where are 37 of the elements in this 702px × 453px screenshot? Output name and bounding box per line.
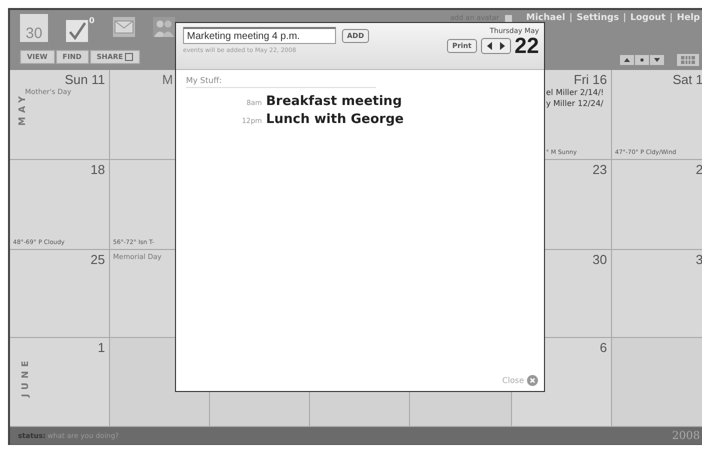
date-label: Fri 16: [574, 72, 607, 87]
date-label: 30: [592, 252, 607, 267]
date-label: 25: [90, 252, 105, 267]
avatar-icon: [505, 14, 512, 22]
grid-icon[interactable]: [677, 54, 699, 66]
calendar-event[interactable]: el Miller 2/14/!: [546, 88, 607, 97]
section-title: My Stuff:: [186, 76, 376, 88]
todo-count: 0: [89, 17, 95, 25]
event-title[interactable]: Lunch with George: [266, 112, 404, 127]
user-link[interactable]: Help: [676, 13, 700, 23]
event-field[interactable]: Marketing meeting 4 p.m.: [183, 27, 336, 44]
date-label: Sun 11: [64, 72, 105, 87]
user-link[interactable]: Logout: [630, 13, 666, 23]
year-label: 2008: [672, 429, 700, 442]
month-label: JUNE: [21, 356, 32, 398]
event-title[interactable]: Breakfast meeting: [266, 94, 402, 109]
envelope-icon[interactable]: [112, 17, 135, 37]
day-number: 22: [514, 35, 539, 57]
separator: |: [622, 13, 626, 23]
date-label: 2: [696, 162, 702, 177]
date-label: Sat 1: [672, 72, 702, 87]
date-label: M: [162, 72, 173, 87]
date-label: 1: [98, 340, 105, 355]
separator: |: [670, 13, 673, 23]
calendar-event[interactable]: y Miller 12/24/: [546, 99, 607, 108]
day-cell[interactable]: 25: [10, 250, 110, 338]
checkmark-icon[interactable]: [66, 20, 88, 42]
user-link[interactable]: Settings: [576, 13, 619, 23]
close-icon: [527, 375, 538, 386]
date-label: 18: [90, 162, 105, 177]
separator: |: [569, 13, 572, 23]
user-link[interactable]: Michael: [526, 13, 566, 23]
date-label: 6: [600, 340, 607, 355]
people-icon[interactable]: [152, 17, 175, 37]
month-label: MAY: [18, 92, 28, 126]
date-label: 23: [592, 162, 607, 177]
day-cell[interactable]: JUNE 1: [10, 338, 110, 427]
